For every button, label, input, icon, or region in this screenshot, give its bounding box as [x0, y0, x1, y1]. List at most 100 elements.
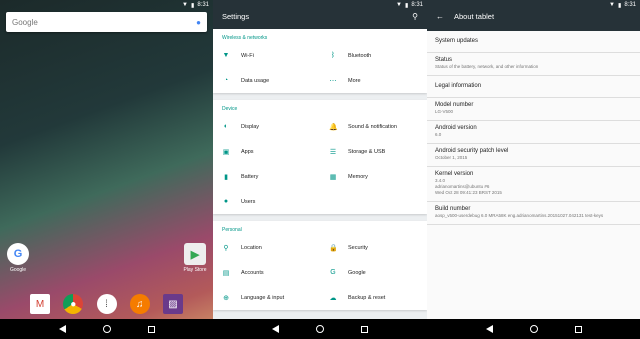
battery-icon: ▮	[191, 2, 195, 9]
home-icon[interactable]	[529, 325, 538, 333]
item-label: Backup & reset	[348, 294, 386, 301]
battery-icon: ▮	[405, 2, 409, 9]
app-label: Play Store	[183, 267, 207, 273]
item-title: Status	[435, 57, 453, 63]
page-title: About tablet	[454, 12, 495, 21]
status-time: 8:31	[624, 2, 636, 8]
apps-icon: ▣	[222, 148, 230, 156]
settings-item-backup[interactable]: ☁ Backup & reset	[320, 285, 427, 310]
item-label: More	[348, 77, 361, 84]
item-label: Wi-Fi	[241, 52, 254, 59]
settings-item-memory[interactable]: ▦ Memory	[320, 164, 427, 189]
item-title: System updates	[435, 38, 479, 44]
item-title: Kernel version	[435, 171, 474, 177]
battery-icon: ▮	[618, 2, 622, 9]
wifi-icon: ▼	[222, 52, 230, 59]
item-label: Battery	[241, 173, 259, 180]
item-title: Android version	[435, 125, 477, 131]
item-label: Display	[241, 123, 260, 130]
settings-item-wifi[interactable]: ▼ Wi-Fi	[213, 43, 320, 68]
item-subtitle: Status of the battery, network, and othe…	[435, 64, 539, 69]
status-bar: ▼ ▮ 8:31	[427, 0, 640, 10]
home-icon[interactable]	[315, 325, 324, 333]
item-label: Bluetooth	[348, 52, 372, 59]
mic-icon[interactable]: ●	[196, 18, 201, 27]
about-item-status[interactable]: Status Status of the battery, network, an…	[427, 53, 640, 76]
settings-item-security[interactable]: 🔒 Security	[320, 235, 427, 260]
back-icon[interactable]	[271, 325, 279, 333]
about-screen: ← About tablet ▼ ▮ 8:31 System updates S…	[427, 0, 640, 339]
google-app[interactable]: G Google	[3, 243, 33, 273]
settings-item-bluetooth[interactable]: ᛒ Bluetooth	[320, 43, 427, 68]
play-store-app[interactable]: ▶ Play Store	[180, 243, 210, 273]
nav-bar	[0, 319, 213, 339]
settings-item-sound[interactable]: 🔔 Sound & notification	[320, 114, 427, 139]
display-icon: ◐	[223, 123, 229, 130]
location-icon: ⚲	[223, 244, 229, 252]
category-personal: Personal ⚲ Location 🔒 Security ▤ Accounts G…	[213, 221, 427, 310]
settings-screen: Settings ⚲ ▼ ▮ 8:31 Wireless & networks …	[213, 0, 427, 339]
settings-item-battery[interactable]: ▮ Battery	[213, 164, 320, 189]
about-item-security-patch[interactable]: Android security patch level October 1, 2…	[427, 144, 640, 167]
memory-icon: ▦	[329, 173, 337, 181]
item-label: Accounts	[241, 269, 264, 276]
item-label: Users	[241, 198, 256, 205]
about-item-build[interactable]: Build number aosp_v500-userdebug 6.0 MRA5…	[427, 202, 640, 225]
about-item-kernel[interactable]: Kernel version 3.4.0 adrianomartins@ubunt…	[427, 167, 640, 202]
about-item-legal[interactable]: Legal information	[427, 76, 640, 98]
settings-item-display[interactable]: ◐ Display	[213, 114, 320, 139]
about-item-model[interactable]: Model number LG-V500	[427, 98, 640, 121]
item-label: Location	[241, 244, 262, 251]
category-wireless: Wireless & networks ▼ Wi-Fi ᛒ Bluetooth ◔ D…	[213, 29, 427, 93]
status-bar: ▼ ▮ 8:31	[0, 0, 213, 10]
item-subtitle: October 1, 2015	[435, 155, 468, 160]
app-label: Google	[9, 267, 27, 273]
wifi-icon: ▼	[396, 2, 402, 8]
settings-item-google[interactable]: G Google	[320, 260, 427, 285]
home-icon[interactable]	[102, 325, 111, 333]
accounts-icon: ▤	[222, 269, 230, 277]
settings-item-apps[interactable]: ▣ Apps	[213, 139, 320, 164]
gmail-icon[interactable]: M	[30, 294, 50, 314]
status-bar: ▼ ▮ 8:31	[213, 0, 427, 10]
settings-item-storage[interactable]: ☰ Storage & USB	[320, 139, 427, 164]
item-subtitle: aosp_v500-userdebug 6.0 MRA58K eng.adria…	[435, 213, 604, 218]
item-label: Storage & USB	[348, 148, 386, 155]
settings-item-users[interactable]: ● Users	[213, 189, 320, 214]
more-icon: ⋯	[329, 77, 337, 85]
settings-item-language[interactable]: ⊕ Language & input	[213, 285, 320, 310]
bluetooth-icon: ᛒ	[330, 52, 336, 59]
chrome-icon[interactable]: ●	[63, 294, 84, 314]
item-label: Apps	[241, 148, 254, 155]
music-icon[interactable]: ♫	[129, 294, 150, 314]
storage-icon: ☰	[329, 148, 337, 156]
wifi-icon: ▼	[182, 2, 188, 8]
about-item-system-updates[interactable]: System updates	[427, 31, 640, 53]
settings-item-accounts[interactable]: ▤ Accounts	[213, 260, 320, 285]
about-list: System updates Status Status of the batte…	[427, 31, 640, 225]
google-search-bar[interactable]: Google ●	[6, 12, 207, 32]
item-label: Memory	[348, 173, 368, 180]
play-store-icon: ▶	[184, 243, 206, 265]
item-label: Security	[348, 244, 368, 251]
cloud-icon: ☁	[329, 294, 337, 302]
item-label: Sound & notification	[348, 123, 397, 130]
item-title: Model number	[435, 102, 474, 108]
back-icon[interactable]	[58, 325, 66, 333]
settings-item-location[interactable]: ⚲ Location	[213, 235, 320, 260]
recents-icon[interactable]	[574, 325, 582, 333]
dock: M ● ⁞ ♫ ▨	[30, 294, 183, 314]
home-screen: ▼ ▮ 8:31 Google ● G Google ▶ Play Store …	[0, 0, 213, 339]
photos-icon[interactable]: ▨	[163, 294, 183, 314]
item-label: Language & input	[241, 294, 285, 301]
about-item-android-version[interactable]: Android version 6.0	[427, 121, 640, 144]
settings-item-data-usage[interactable]: ◔ Data usage	[213, 68, 320, 93]
recents-icon[interactable]	[147, 325, 155, 333]
back-arrow-icon[interactable]: ←	[436, 12, 444, 31]
recents-icon[interactable]	[361, 325, 369, 333]
status-time: 8:31	[411, 2, 423, 8]
nav-bar	[213, 319, 427, 339]
settings-item-more[interactable]: ⋯ More	[320, 68, 427, 93]
app-drawer-icon[interactable]: ⁞	[96, 294, 117, 314]
back-icon[interactable]	[485, 325, 493, 333]
